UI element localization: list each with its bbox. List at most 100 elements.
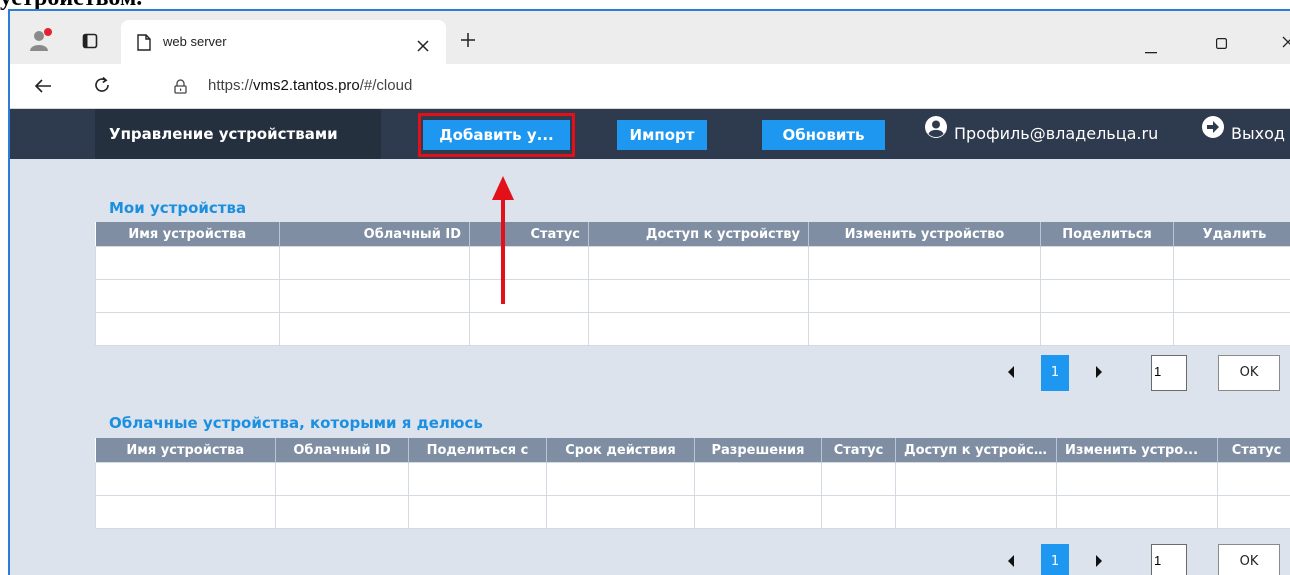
table-cell [895,462,1057,496]
url-prefix: https:// [208,77,254,94]
tab-actions-icon[interactable] [82,33,98,53]
table-cell [1040,246,1174,280]
column-header[interactable]: Имя устройства [95,438,276,463]
table-cell [694,495,822,529]
my-devices-pager: 1 1 OK [1000,355,1290,391]
logout-link[interactable]: Выход [1202,109,1285,159]
table-cell [469,246,589,280]
column-header[interactable]: Облачный ID [275,438,409,463]
tab-web-server[interactable]: web server [121,20,446,64]
table-cell [275,462,409,496]
table-cell [1056,495,1218,529]
column-header[interactable]: Облачный ID [279,222,470,247]
logout-label: Выход [1231,124,1285,143]
table-cell [408,495,547,529]
table-cell [469,279,589,313]
my-devices-table: Имя устройства Облачный ID Статус Доступ к … [95,222,1290,346]
table-cell [546,462,695,496]
user-icon [925,108,947,158]
next-page-icon[interactable] [1096,555,1102,567]
column-header[interactable]: Статус [821,438,896,463]
app-header: Управление устройствами Добавить у... Им… [10,109,1290,159]
lock-icon[interactable] [174,79,187,98]
table-row [95,246,1290,280]
column-header[interactable]: Поделиться с [408,438,547,463]
go-button[interactable]: OK [1218,544,1280,575]
table-cell [95,312,280,346]
prev-page-icon[interactable] [1008,366,1014,378]
next-page-icon[interactable] [1096,366,1102,378]
table-cell [1040,312,1174,346]
column-header[interactable]: Статус [469,222,589,247]
column-header[interactable]: Доступ к устройс... [895,438,1057,463]
maximize-icon[interactable] [1216,34,1228,53]
back-icon[interactable] [34,78,52,98]
shared-devices-pager: 1 1 OK [1000,544,1290,575]
table-cell [588,279,809,313]
minimize-icon[interactable] [1145,39,1157,58]
pointer-arrow-head [492,176,514,200]
table-cell [95,246,280,280]
pointer-arrow-line [501,197,505,304]
table-cell [1173,312,1290,346]
table-cell [279,246,470,280]
refresh-button[interactable]: Обновить [762,120,885,150]
column-header[interactable]: Поделиться [1040,222,1174,247]
profile-icon[interactable] [28,27,54,57]
column-header[interactable]: Изменить устро... [1056,438,1218,463]
page-icon [137,34,151,55]
table-cell [1040,279,1174,313]
profile-email: Профиль@владельца.ru [954,124,1159,143]
current-page[interactable]: 1 [1041,544,1069,575]
table-cell [895,495,1057,529]
table-cell [408,462,547,496]
table-cell [279,312,470,346]
shared-devices-title: Облачные устройства, которыми я делюсь [109,414,483,432]
tab-bar: web server [10,11,1290,64]
table-cell [546,495,695,529]
table-cell [1173,246,1290,280]
tab-title: web server [163,34,227,49]
column-header[interactable]: Доступ к устройству [588,222,809,247]
table-cell [588,312,809,346]
shared-devices-table: Имя устройства Облачный ID Поделиться с Сро… [95,438,1290,529]
column-header[interactable]: Удалить [1173,222,1290,247]
table-cell [279,279,470,313]
table-cell [95,279,280,313]
table-cell [821,495,896,529]
my-devices-title: Мои устройства [109,199,247,217]
table-cell [1056,462,1218,496]
column-header[interactable]: Срок действия [546,438,695,463]
page-input[interactable]: 1 [1151,355,1187,391]
profile-link[interactable]: Профиль@владельца.ru [925,109,1158,159]
table-row [95,462,1290,496]
new-tab-icon[interactable] [460,32,476,52]
go-button[interactable]: OK [1218,355,1280,391]
prev-page-icon[interactable] [1008,555,1014,567]
table-cell [95,462,276,496]
table-cell [821,462,896,496]
table-cell [1217,462,1290,496]
window-close-icon[interactable] [1282,33,1290,52]
close-icon[interactable] [417,37,429,56]
url-host: vms2.tantos.pro [253,77,360,94]
table-cell [1217,495,1290,529]
column-header[interactable]: Статус [1217,438,1290,463]
reload-icon[interactable] [93,76,111,98]
import-button[interactable]: Импорт [617,120,707,150]
table-cell [808,312,1041,346]
column-header[interactable]: Изменить устройство [808,222,1041,247]
page-input[interactable]: 1 [1151,544,1187,575]
url-field[interactable]: https://vms2.tantos.pro/#/cloud [208,77,412,94]
table-cell [694,462,822,496]
table-row [95,312,1290,346]
column-header[interactable]: Имя устройства [95,222,280,247]
highlight-box [418,113,575,157]
table-cell [1173,279,1290,313]
column-header[interactable]: Разрешения [694,438,822,463]
table-cell [808,246,1041,280]
current-page[interactable]: 1 [1041,355,1069,391]
content-area: Мои устройства Имя устройства Облачный ID… [10,159,1290,575]
app-title: Управление устройствами [95,109,381,159]
table-cell [469,312,589,346]
